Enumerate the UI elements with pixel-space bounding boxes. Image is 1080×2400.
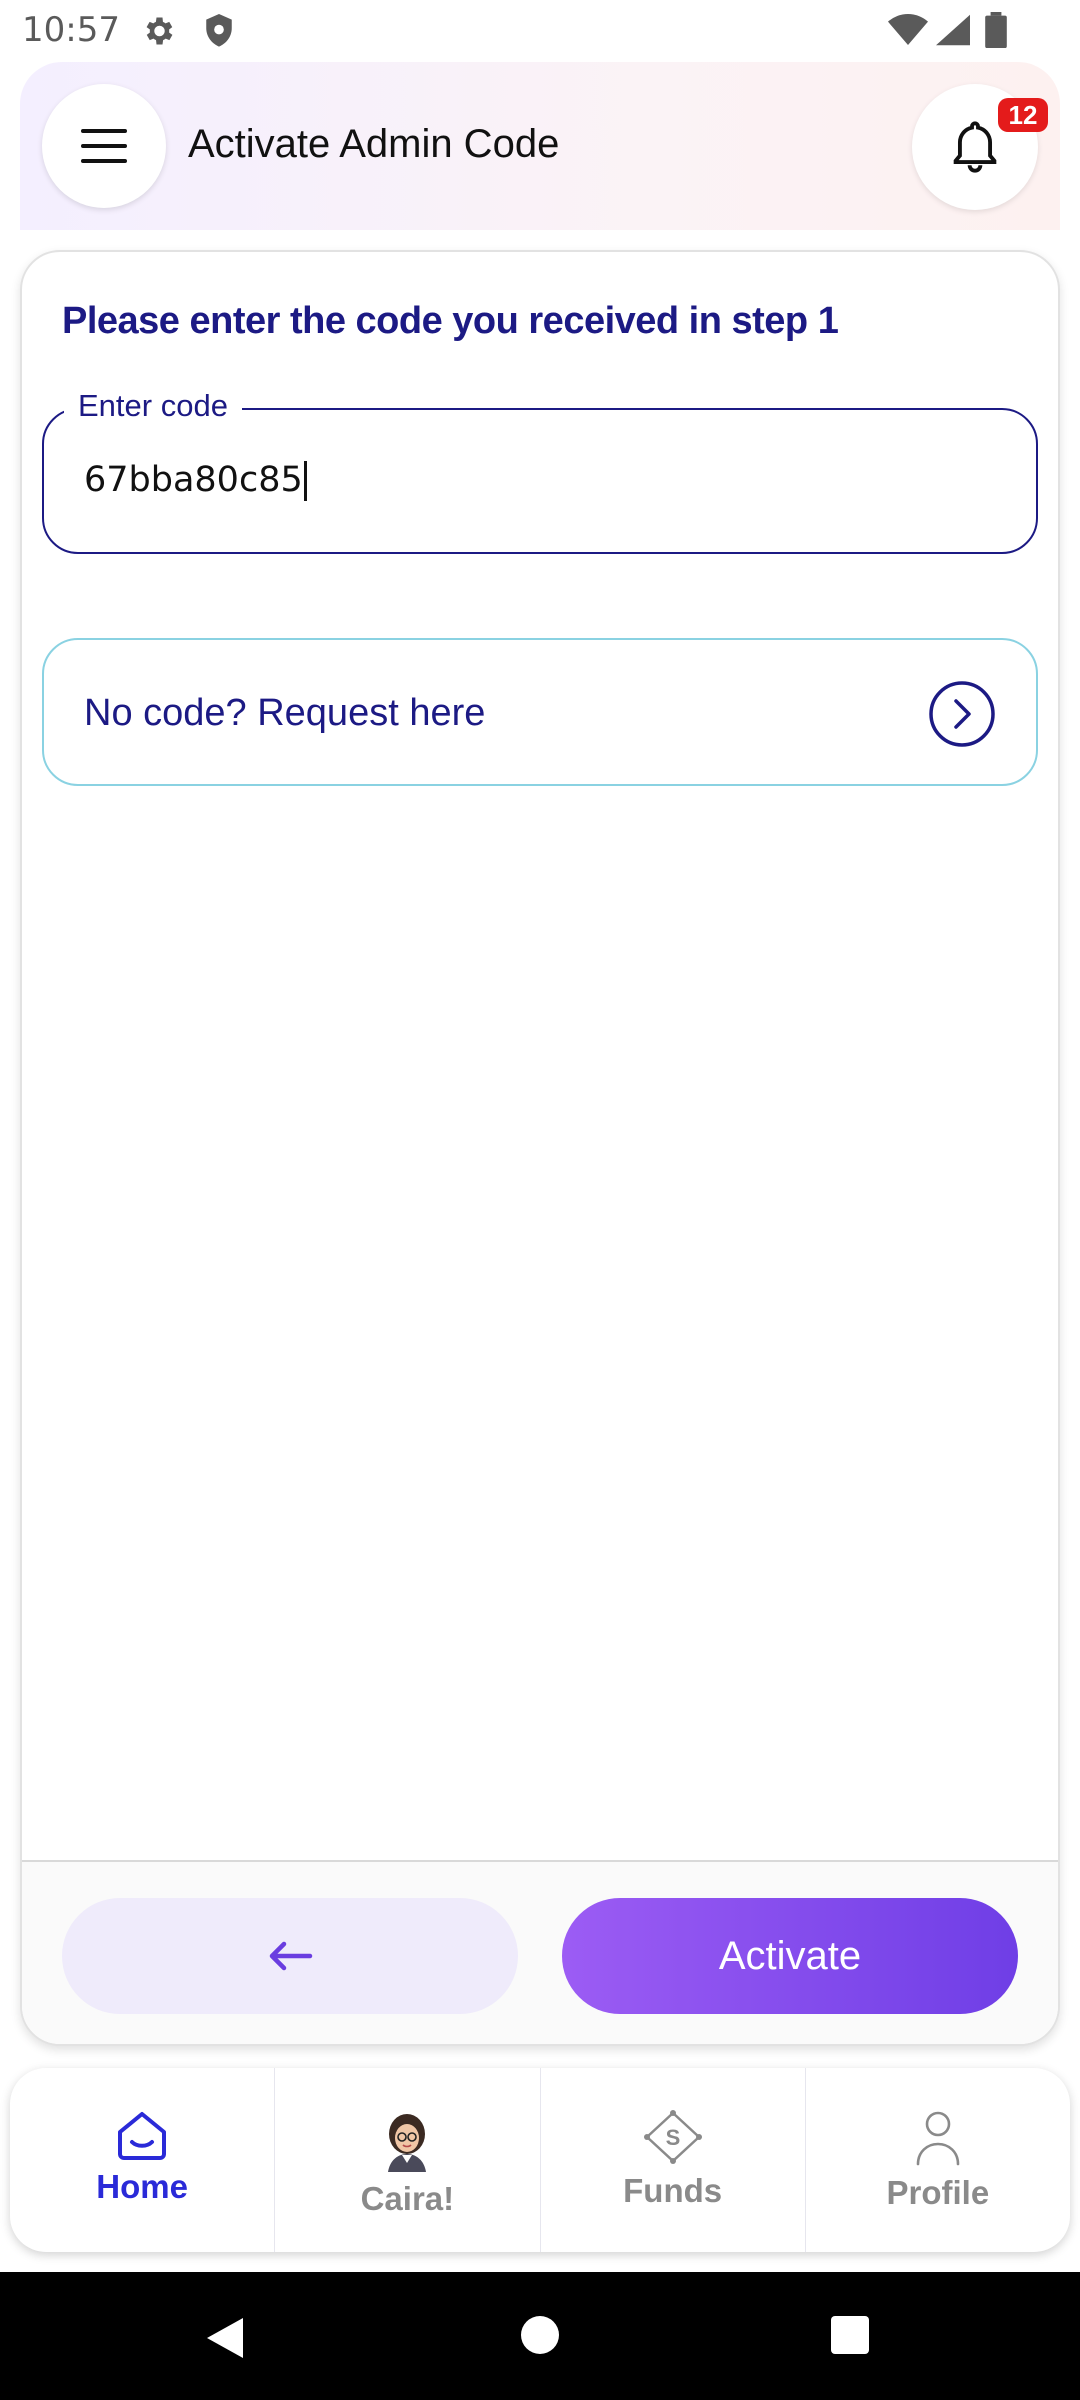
notifications-button[interactable]: 12 <box>912 84 1048 210</box>
chevron-right-circle-icon <box>929 681 995 747</box>
nav-funds-label: Funds <box>623 2172 723 2209</box>
nav-profile[interactable]: Profile <box>804 2068 1070 2252</box>
action-footer: Activate <box>22 1860 1058 2044</box>
nav-caira-label: Caira! <box>360 2180 455 2217</box>
system-back-icon[interactable] <box>205 2316 245 2360</box>
code-input-label: Enter code <box>64 388 242 424</box>
text-caret <box>303 461 307 501</box>
code-input[interactable]: Enter code 67bba80c85 <box>42 388 1038 554</box>
arrow-left-icon <box>269 1941 313 1971</box>
nav-profile-label: Profile <box>886 2174 990 2211</box>
shield-icon <box>202 12 236 55</box>
battery-icon <box>984 12 1008 53</box>
assistant-avatar <box>388 2114 427 2172</box>
nav-home[interactable]: Home <box>10 2068 274 2252</box>
request-code-button[interactable]: No code? Request here <box>42 638 1038 786</box>
nav-caira[interactable]: Caira! <box>274 2068 539 2252</box>
settings-gear-icon <box>140 13 176 54</box>
back-button[interactable] <box>62 1898 518 2014</box>
nav-home-label: Home <box>96 2168 188 2205</box>
notification-badge: 12 <box>998 98 1048 132</box>
code-input-value[interactable]: 67bba80c85 <box>84 460 307 501</box>
instruction-text: Please enter the code you received in st… <box>62 300 839 342</box>
signal-icon <box>936 14 970 51</box>
menu-button[interactable] <box>42 84 166 208</box>
system-home-icon[interactable] <box>521 2316 559 2354</box>
bottom-nav: Home Caira! S Funds Profile <box>10 2068 1070 2252</box>
app-header: Activate Admin Code 12 <box>20 62 1060 230</box>
home-icon <box>118 2112 167 2160</box>
system-nav-bar <box>0 2272 1080 2400</box>
wifi-icon <box>888 14 928 51</box>
page-title: Activate Admin Code <box>188 122 560 166</box>
funds-icon: S <box>643 2110 702 2164</box>
svg-text:S: S <box>665 2125 680 2150</box>
bell-icon <box>953 121 997 173</box>
status-time: 10:57 <box>22 10 120 50</box>
system-recents-icon[interactable] <box>831 2316 869 2354</box>
hamburger-menu-icon <box>81 129 127 163</box>
activate-button[interactable]: Activate <box>562 1898 1018 2014</box>
nav-funds[interactable]: S Funds <box>539 2068 805 2252</box>
request-code-label: No code? Request here <box>84 692 486 734</box>
activation-card: Please enter the code you received in st… <box>20 250 1060 2046</box>
status-bar: 10:57 <box>0 0 1080 62</box>
profile-icon <box>916 2111 960 2166</box>
